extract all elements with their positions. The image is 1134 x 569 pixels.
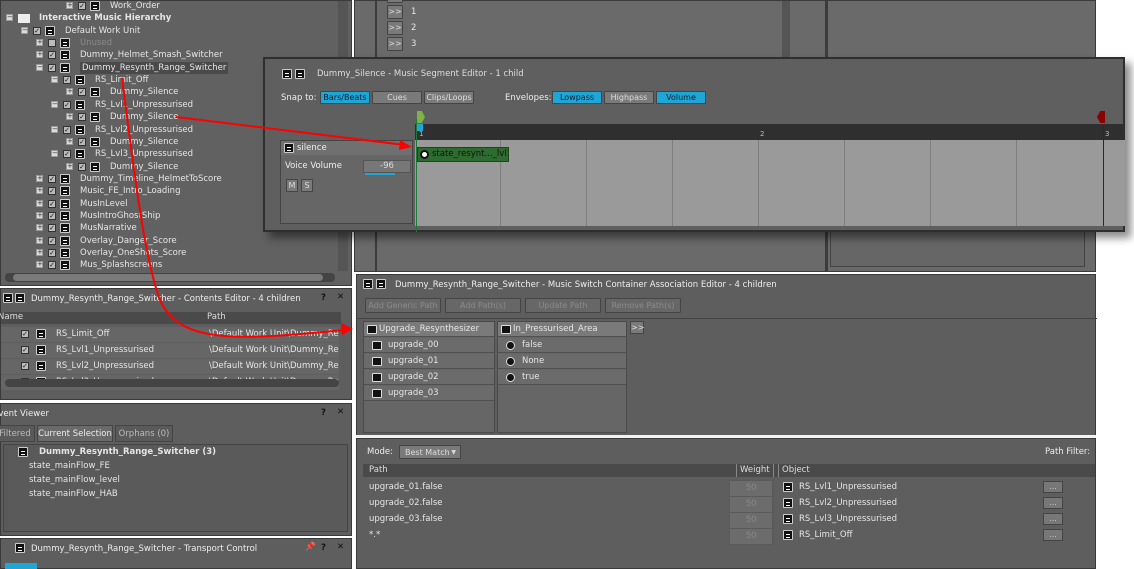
arrow-to-segment-editor: [175, 116, 406, 146]
annotation-arrows: [121, 77, 412, 338]
arrow-to-association-editor: [121, 77, 346, 338]
arrowhead: [341, 323, 353, 335]
arrowhead: [399, 140, 412, 150]
